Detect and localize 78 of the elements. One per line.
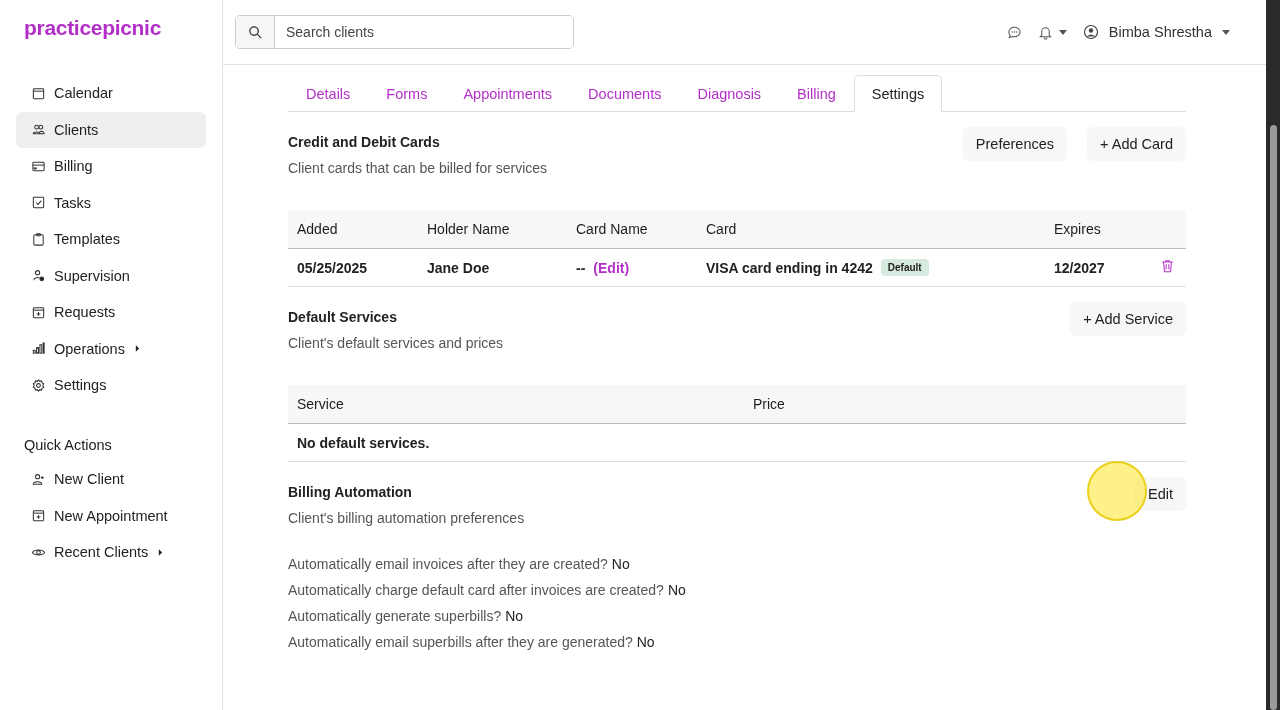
- setting-question: Automatically email superbills after they are generated?: [288, 634, 633, 650]
- column-header: Expires: [1045, 210, 1148, 249]
- sidebar-item[interactable]: Operations: [16, 330, 206, 367]
- setting-question: Automatically email invoices after they are created?: [288, 556, 608, 572]
- section-subtitle: Client's default services and prices: [288, 335, 504, 351]
- calendar-icon: [31, 85, 46, 101]
- caret-icon: [134, 345, 140, 352]
- tab[interactable]: Diagnosis: [679, 75, 780, 112]
- bell-icon: [1037, 24, 1053, 40]
- table-cell: Jane Doe: [418, 248, 567, 287]
- add-service-button[interactable]: + Add Service: [1070, 302, 1186, 336]
- settings-icon: [31, 377, 46, 393]
- chat-icon[interactable]: [1006, 24, 1022, 40]
- user-menu[interactable]: Bimba Shrestha: [1082, 24, 1230, 40]
- calendar-plus-icon: [31, 304, 46, 320]
- table-cell: --: [576, 259, 586, 276]
- people-icon: [31, 122, 46, 137]
- table-cell: 05/25/2025: [288, 248, 418, 287]
- caret-icon: [158, 548, 164, 556]
- cursor-highlight: [1087, 461, 1147, 521]
- bar-chart-icon: [31, 341, 46, 356]
- search-icon: [247, 24, 263, 40]
- logo[interactable]: practicepicnic: [24, 16, 162, 42]
- quick-action-item[interactable]: Recent Clients: [16, 534, 206, 570]
- search-field[interactable]: Search clients: [235, 15, 574, 49]
- section-title: Credit and Debit Cards: [288, 134, 441, 150]
- section-subtitle: Client cards that can be billed for services: [288, 160, 548, 176]
- tab[interactable]: Settings: [853, 75, 943, 112]
- sidebar-item[interactable]: Calendar: [16, 75, 206, 111]
- caret-icon: [1058, 29, 1067, 35]
- setting-value: No: [611, 556, 630, 572]
- table-cell: VISA card ending in 4242: [706, 259, 873, 276]
- column-header: Card Name: [567, 210, 697, 249]
- notifications-button[interactable]: [1037, 24, 1067, 40]
- tab[interactable]: Forms: [368, 75, 446, 112]
- sidebar-item[interactable]: Billing: [16, 148, 206, 184]
- default-badge: Default: [880, 259, 929, 276]
- column-header: Price: [744, 385, 1186, 424]
- section-title: Billing Automation: [288, 484, 413, 500]
- column-header: Service: [288, 385, 744, 424]
- setting-question: Automatically generate superbills?: [288, 608, 502, 624]
- column-header: Added: [288, 210, 418, 249]
- edit-button[interactable]: Edit: [1135, 477, 1186, 511]
- person-plus-icon: [31, 471, 46, 487]
- setting-value: No: [505, 608, 524, 624]
- sidebar-item[interactable]: Templates: [16, 221, 206, 257]
- column-header: Card: [697, 210, 1045, 249]
- edit-link[interactable]: (Edit): [593, 259, 630, 276]
- section-title: Default Services: [288, 309, 398, 325]
- calendar-plus-icon: [31, 508, 46, 523]
- sidebar-item[interactable]: Tasks: [16, 184, 206, 221]
- clipboard-icon: [31, 231, 46, 247]
- scrollbar[interactable]: [1266, 0, 1280, 710]
- sidebar-item[interactable]: Settings: [16, 367, 206, 403]
- section-subtitle: Client's billing automation preferences: [288, 510, 525, 526]
- checkbox-icon: [31, 195, 46, 210]
- setting-value: No: [667, 582, 686, 598]
- sidebar-item[interactable]: Requests: [16, 294, 206, 330]
- section-heading: Quick Actions: [24, 437, 113, 453]
- quick-action-item[interactable]: New Appointment: [16, 497, 206, 534]
- sidebar-item[interactable]: Supervision: [16, 257, 206, 294]
- user-avatar-icon: [1082, 24, 1099, 40]
- tab[interactable]: Documents: [570, 75, 680, 112]
- caret-icon: [1222, 29, 1230, 35]
- tab[interactable]: Appointments: [445, 75, 571, 112]
- setting-question: Automatically charge default card after invoices are created?: [288, 582, 664, 598]
- table-cell: 12/2027: [1045, 248, 1148, 287]
- action-button[interactable]: + Add Card: [1087, 127, 1186, 161]
- tab[interactable]: Details: [288, 75, 369, 112]
- tab[interactable]: Billing: [779, 75, 854, 112]
- column-header: Holder Name: [418, 210, 567, 249]
- sidebar-item[interactable]: Clients: [16, 111, 206, 148]
- trash-icon[interactable]: [1160, 259, 1174, 273]
- action-button[interactable]: Preferences: [962, 127, 1068, 161]
- empty-message: No default services.: [288, 423, 1186, 462]
- quick-action-item[interactable]: New Client: [16, 461, 206, 497]
- setting-value: No: [636, 634, 655, 650]
- person-check-icon: [31, 268, 46, 283]
